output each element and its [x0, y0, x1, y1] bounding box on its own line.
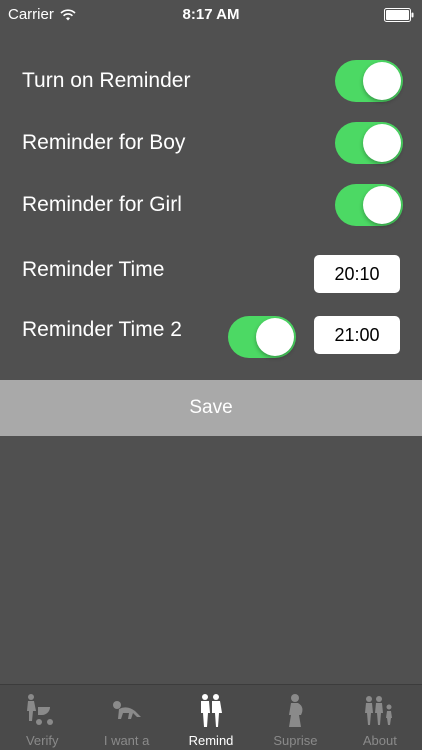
tab-suprise[interactable]: Suprise [253, 685, 337, 750]
save-button[interactable]: Save [0, 380, 422, 436]
tab-label: Suprise [273, 733, 318, 748]
tab-bar: Verify I want a Remind Suprise About [0, 684, 422, 750]
status-bar: Carrier 8:17 AM [0, 0, 422, 30]
toggle-knob [363, 124, 401, 162]
tab-label: About [362, 733, 397, 748]
turn-on-reminder-label: Turn on Reminder [22, 69, 191, 92]
turn-on-reminder-toggle[interactable] [335, 60, 403, 102]
tab-remind[interactable]: Remind [169, 685, 253, 750]
tab-i-want-a[interactable]: I want a [84, 685, 168, 750]
row-reminder-boy: Reminder for Boy [0, 122, 422, 164]
reminder-time-label: Reminder Time [22, 258, 165, 281]
tab-label: I want a [103, 733, 150, 748]
reminder-girl-toggle[interactable] [335, 184, 403, 226]
tab-verify[interactable]: Verify [0, 685, 84, 750]
tab-label: Remind [188, 733, 234, 748]
stroller-icon [27, 694, 54, 725]
reminder-girl-label: Reminder for Girl [22, 193, 182, 216]
reminder-boy-label: Reminder for Boy [22, 131, 186, 154]
battery-icon [384, 8, 414, 22]
reminder-time-2-picker[interactable]: 21:00 [314, 316, 400, 354]
parents-icon [201, 694, 223, 727]
tab-label: Verify [25, 733, 59, 748]
reminder-boy-toggle[interactable] [335, 122, 403, 164]
toggle-knob [256, 318, 294, 356]
tab-about[interactable]: About [338, 685, 422, 750]
row-reminder-time-2: Reminder Time 2 21:00 [0, 314, 422, 358]
family-icon [364, 696, 392, 725]
status-time: 8:17 AM [182, 6, 240, 23]
crawling-baby-icon [112, 701, 141, 719]
reminder-time-2-toggle[interactable] [228, 316, 296, 358]
row-reminder-time: Reminder Time 20:10 [0, 254, 422, 294]
row-turn-on-reminder: Turn on Reminder [0, 60, 422, 102]
reminder-time-2-label: Reminder Time 2 [22, 318, 182, 341]
toggle-knob [363, 62, 401, 100]
row-reminder-girl: Reminder for Girl [0, 184, 422, 226]
pregnant-woman-icon [289, 694, 303, 727]
toggle-knob [363, 186, 401, 224]
reminder-time-picker[interactable]: 20:10 [314, 255, 400, 293]
